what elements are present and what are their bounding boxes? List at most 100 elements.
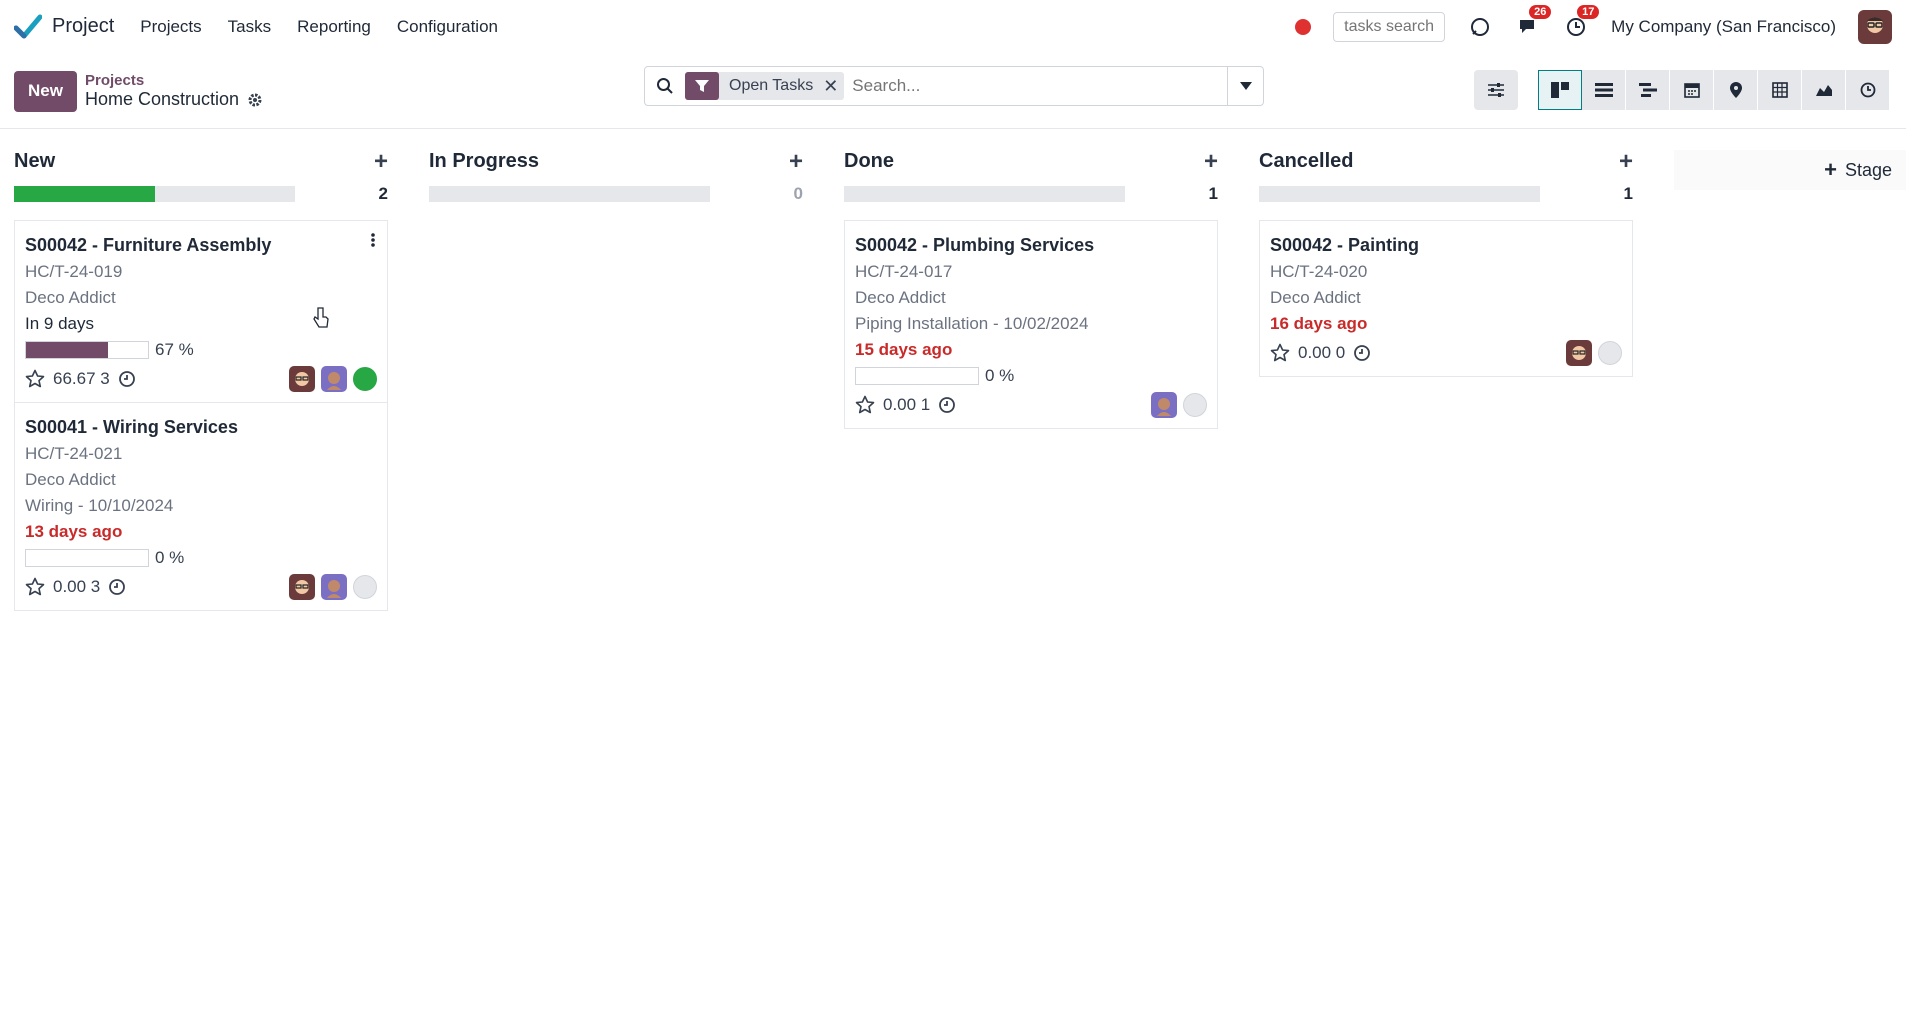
- kanban-icon: [1551, 82, 1569, 98]
- task-card[interactable]: S00042 - Furniture Assembly HC/T-24-019 …: [14, 220, 388, 403]
- calendar-icon: [1683, 83, 1700, 98]
- quick-create-icon[interactable]: +: [1204, 148, 1218, 176]
- card-menu-icon[interactable]: [371, 233, 375, 252]
- kanban-column-in-progress: In Progress + 0: [429, 128, 803, 611]
- assignee-avatar[interactable]: [1151, 392, 1177, 418]
- card-assignees: [289, 574, 377, 600]
- card-title: S00041 - Wiring Services: [25, 417, 238, 437]
- card-hours: 0.00 0: [1298, 343, 1346, 362]
- card-deadline: 13 days ago: [25, 522, 123, 541]
- view-gantt-button[interactable]: [1626, 70, 1670, 110]
- app-name: Project: [52, 15, 115, 37]
- clock-icon: [1860, 82, 1875, 98]
- gantt-icon: [1638, 83, 1657, 97]
- activity-clock-icon[interactable]: [938, 396, 956, 414]
- kanban-state-indicator[interactable]: [1183, 393, 1207, 417]
- assignee-avatar[interactable]: [289, 366, 315, 392]
- kanban-state-indicator[interactable]: [353, 575, 377, 599]
- task-card[interactable]: S00042 - Painting HC/T-24-020 Deco Addic…: [1259, 220, 1633, 377]
- star-icon[interactable]: [25, 577, 45, 597]
- menu-configuration[interactable]: Configuration: [397, 17, 498, 37]
- view-list-button[interactable]: [1582, 70, 1626, 110]
- activity-clock-icon[interactable]: [118, 370, 136, 388]
- column-progress-fill: [14, 186, 155, 202]
- card-progress: 0 %: [25, 548, 377, 568]
- gear-icon[interactable]: [247, 92, 263, 108]
- search-input[interactable]: [844, 76, 1227, 96]
- recording-indicator-icon[interactable]: [1295, 18, 1312, 35]
- activity-clock-icon[interactable]: [108, 578, 126, 596]
- assignee-avatar[interactable]: [289, 574, 315, 600]
- task-card[interactable]: S00042 - Plumbing Services HC/T-24-017 D…: [844, 220, 1218, 429]
- messages-icon[interactable]: 26: [1515, 4, 1552, 40]
- card-customer: Deco Addict: [855, 288, 946, 307]
- menu-tasks[interactable]: Tasks: [228, 17, 271, 37]
- star-icon[interactable]: [855, 395, 875, 415]
- progress-label: 0 %: [985, 366, 1015, 385]
- mouse-pointer-icon: [313, 307, 329, 328]
- column-progress-bar[interactable]: [1259, 186, 1540, 202]
- star-icon[interactable]: [25, 369, 45, 389]
- area-chart-icon: [1815, 85, 1832, 96]
- column-title[interactable]: New: [14, 150, 55, 173]
- column-header: In Progress + 0: [429, 128, 803, 203]
- assignee-avatar[interactable]: [1566, 340, 1592, 366]
- new-button[interactable]: New: [14, 70, 77, 112]
- activity-clock-icon[interactable]: [1353, 344, 1371, 362]
- view-kanban-button[interactable]: [1538, 70, 1582, 110]
- column-cards: S00042 - Furniture Assembly HC/T-24-019 …: [14, 220, 388, 611]
- user-avatar[interactable]: [1858, 9, 1892, 44]
- column-progress-bar[interactable]: [429, 186, 710, 202]
- card-title: S00042 - Plumbing Services: [855, 235, 1095, 255]
- search-options-toggle[interactable]: [1227, 67, 1263, 105]
- card-customer: Deco Addict: [25, 288, 116, 307]
- map-pin-icon: [1729, 82, 1742, 98]
- activities-clock-icon[interactable]: 17: [1563, 4, 1600, 40]
- assignee-avatar[interactable]: [321, 366, 347, 392]
- add-stage-label: Stage: [1844, 159, 1892, 180]
- messages-badge: 26: [1529, 4, 1552, 19]
- quick-create-icon[interactable]: +: [789, 148, 803, 176]
- view-calendar-button[interactable]: [1670, 70, 1714, 110]
- column-title[interactable]: Done: [844, 150, 894, 173]
- column-title[interactable]: Cancelled: [1259, 150, 1353, 173]
- column-progress-bar[interactable]: [844, 186, 1125, 202]
- breadcrumb-current: Home Construction: [85, 89, 263, 110]
- breadcrumb-projects-link[interactable]: Projects: [85, 72, 263, 89]
- view-pivot-button[interactable]: [1758, 70, 1802, 110]
- card-reference: HC/T-24-021: [25, 444, 123, 463]
- tasks-search-input[interactable]: [1333, 11, 1446, 42]
- kanban-state-indicator[interactable]: [353, 367, 377, 391]
- kanban-column-cancelled: Cancelled + 1 S00042 - Painting HC/T-24-…: [1259, 128, 1633, 611]
- app-brand[interactable]: Project: [14, 13, 114, 41]
- kanban-state-indicator[interactable]: [1598, 341, 1622, 365]
- column-title[interactable]: In Progress: [429, 150, 539, 173]
- card-customer: Deco Addict: [25, 470, 116, 489]
- card-title: S00042 - Painting: [1270, 235, 1420, 255]
- voip-phone-icon[interactable]: [1467, 14, 1493, 40]
- card-hours: 0.00 3: [53, 577, 101, 596]
- assignee-avatar[interactable]: [321, 574, 347, 600]
- card-customer: Deco Addict: [1270, 288, 1361, 307]
- column-cards: S00042 - Painting HC/T-24-020 Deco Addic…: [1259, 220, 1633, 377]
- search-icon[interactable]: [645, 77, 685, 95]
- task-card[interactable]: S00041 - Wiring Services HC/T-24-021 Dec…: [14, 403, 388, 611]
- quick-create-icon[interactable]: +: [374, 148, 388, 176]
- menu-reporting[interactable]: Reporting: [297, 17, 371, 37]
- list-icon: [1594, 83, 1613, 97]
- remove-facet-icon[interactable]: ✕: [823, 76, 844, 97]
- add-stage-button[interactable]: + Stage: [1674, 150, 1906, 190]
- view-graph-button[interactable]: [1802, 70, 1846, 110]
- kanban-settings-button[interactable]: [1474, 70, 1518, 110]
- view-map-button[interactable]: [1714, 70, 1758, 110]
- card-progress: 0 %: [855, 366, 1207, 386]
- column-progress-bar[interactable]: [14, 186, 295, 202]
- company-switcher[interactable]: My Company (San Francisco): [1611, 17, 1836, 37]
- card-footer: 0.00 1: [855, 392, 1207, 418]
- menu-projects[interactable]: Projects: [140, 17, 201, 37]
- quick-create-icon[interactable]: +: [1619, 148, 1633, 176]
- view-activity-button[interactable]: [1846, 70, 1890, 110]
- card-milestone: Wiring - 10/10/2024: [25, 496, 174, 515]
- card-reference: HC/T-24-017: [855, 262, 953, 281]
- star-icon[interactable]: [1270, 343, 1290, 363]
